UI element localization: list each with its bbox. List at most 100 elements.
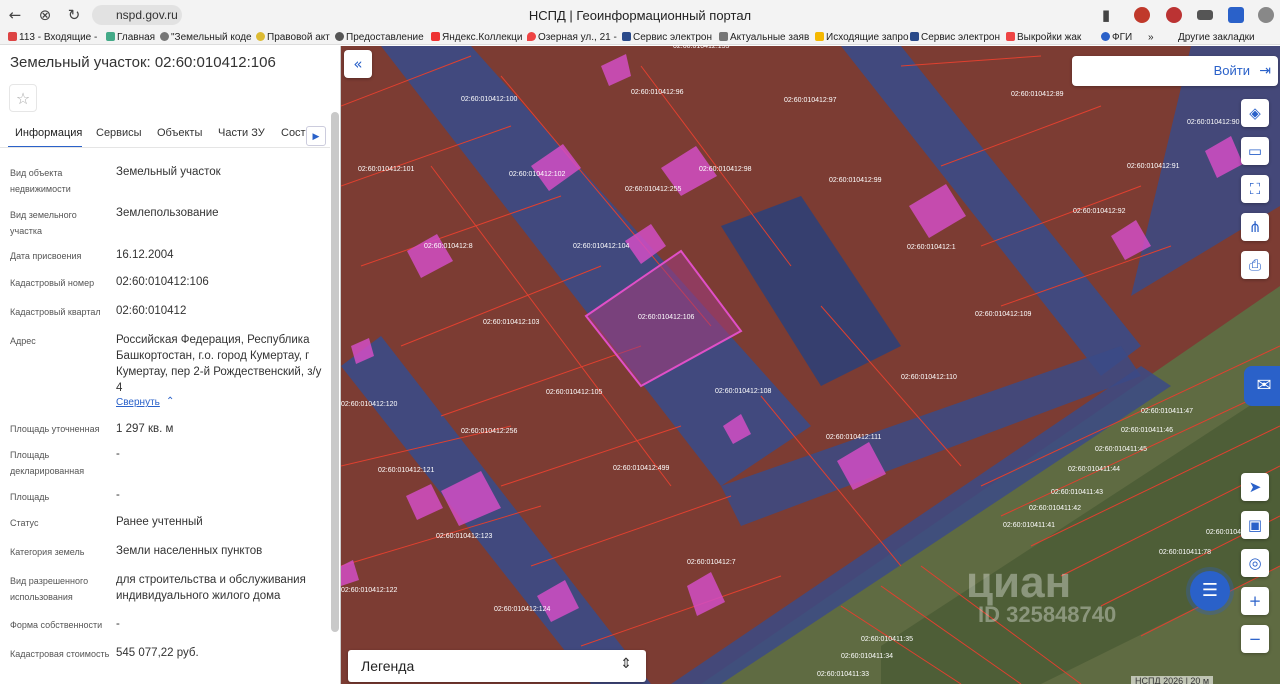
parcel-label: 02:60:010412:124 bbox=[494, 606, 551, 613]
parcel-label: 02:60:010412:99 bbox=[829, 177, 882, 184]
login-label: Войти bbox=[1213, 63, 1250, 78]
parcel-label: 02:60:010412:120 bbox=[341, 401, 398, 408]
collapse-link[interactable]: Свернуть bbox=[116, 397, 160, 408]
bookmark-item[interactable]: Предоставление bbox=[335, 31, 424, 44]
geolocation-icon[interactable]: ◎ bbox=[1241, 549, 1269, 577]
scale-bar: НСПД 2026 | 20 м bbox=[1131, 676, 1214, 684]
field-value: Ранее учтенный bbox=[116, 516, 203, 528]
site-icon bbox=[106, 32, 115, 41]
parcel-label: 02:60:010412:104 bbox=[573, 243, 630, 250]
parcel-label: 02:60:010412:123 bbox=[436, 533, 493, 540]
parcel-label: 02:60:010412:90 bbox=[1187, 119, 1240, 126]
bookmark-item[interactable]: Правовой акт bbox=[256, 31, 330, 44]
tab-info[interactable]: Информация bbox=[15, 127, 82, 139]
parcel-label: 02:60:010411:42 bbox=[1029, 505, 1081, 512]
parcel-label: 02:60:010412:100 bbox=[461, 96, 518, 103]
minimap-icon[interactable]: ▣ bbox=[1241, 511, 1269, 539]
parcel-label: 02:60:010412:96 bbox=[631, 89, 684, 96]
parcel-label: 02:60:010411:44 bbox=[1068, 466, 1120, 473]
mail-icon bbox=[8, 32, 17, 41]
tab-services[interactable]: Сервисы bbox=[96, 127, 142, 139]
parcel-label: 02:60:010412:255 bbox=[625, 186, 682, 193]
share-icon[interactable]: ⋔ bbox=[1241, 213, 1269, 241]
parcel-label: 02:60:010412:8 bbox=[424, 243, 473, 250]
feedback-icon[interactable]: ✉ bbox=[1244, 366, 1280, 406]
browser-toolbar: ← ⊗ ↻ nspd.gov.ru НСПД | Геоинформационн… bbox=[0, 0, 1280, 30]
bookmark-item[interactable]: Актуальные заяв bbox=[719, 31, 809, 44]
scrollbar[interactable] bbox=[331, 112, 339, 632]
site-icon bbox=[335, 32, 344, 41]
parcel-label: 02:60:010411:43 bbox=[1051, 489, 1103, 496]
bookmark-item[interactable]: Сервис электрон bbox=[622, 31, 712, 44]
field-value: 16.12.2004 bbox=[116, 249, 174, 261]
bookmark-item[interactable]: Выкройки жак bbox=[1006, 31, 1081, 44]
download-icon[interactable] bbox=[1258, 7, 1274, 23]
field-value: Земельный участок bbox=[116, 166, 221, 178]
zoom-in-icon[interactable]: + bbox=[1241, 587, 1269, 615]
bookmark-item[interactable]: "Земельный коде bbox=[160, 31, 252, 44]
parcel-label: 02:60:010412:109 bbox=[975, 311, 1032, 318]
parcel-label: 02:60:010412:97 bbox=[784, 97, 837, 104]
print-icon[interactable]: ⎙ bbox=[1241, 251, 1269, 279]
field-label: Площадь bbox=[10, 492, 50, 502]
field-label: Дата присвоения bbox=[10, 251, 82, 261]
extension-icon[interactable] bbox=[1228, 7, 1244, 23]
parcel-label: 02:60:010412:122 bbox=[341, 587, 398, 594]
bookmarks-more[interactable]: » bbox=[1148, 31, 1154, 44]
tab-parts[interactable]: Части ЗУ bbox=[218, 127, 265, 139]
parcel-label: 02:60:010412:111 bbox=[826, 434, 882, 441]
parcel-label: 02:60:010411:35 bbox=[861, 636, 913, 643]
bookmark-item[interactable]: 113 - Входящие - bbox=[8, 31, 97, 44]
field-label: Вид разрешенного использования bbox=[10, 576, 89, 602]
parcel-label: 02:60:010412:256 bbox=[461, 428, 518, 435]
zoom-out-icon[interactable]: − bbox=[1241, 625, 1269, 653]
field-value: Землепользование bbox=[116, 207, 219, 219]
field-value: - bbox=[116, 618, 120, 630]
parcel-label: 02:60:010412:102 bbox=[509, 171, 566, 178]
chevron-up-icon[interactable]: ⌃ bbox=[166, 396, 174, 407]
bookmark-item[interactable]: Сервис электрон bbox=[910, 31, 1000, 44]
parcel-label: 02:60:010412:105 bbox=[546, 389, 603, 396]
page-title: Земельный участок: 02:60:010412:106 bbox=[10, 54, 276, 71]
site-icon bbox=[910, 32, 919, 41]
parcel-label: 02:60:010412:98 bbox=[699, 166, 752, 173]
bookmark-item[interactable]: Главная bbox=[106, 31, 155, 44]
parcel-label: 02:60:010412:92 bbox=[1073, 208, 1126, 215]
field-value: 02:60:010412 bbox=[116, 305, 187, 317]
favorite-star-icon[interactable]: ☆ bbox=[9, 84, 37, 112]
extension-icon[interactable] bbox=[1197, 10, 1213, 20]
info-panel: Земельный участок: 02:60:010412:106 ☆ Ин… bbox=[0, 46, 341, 684]
chat-icon[interactable]: ☰ bbox=[1190, 571, 1230, 611]
parcel-label: 02:60:010411:33 bbox=[817, 671, 869, 678]
parcel-label: 02:60:010411:34 bbox=[841, 653, 893, 660]
field-value: 545 077,22 руб. bbox=[116, 647, 199, 659]
site-icon bbox=[622, 32, 631, 41]
layers-icon[interactable]: ◈ bbox=[1241, 99, 1269, 127]
field-label: Вид объекта недвижимости bbox=[10, 168, 71, 194]
ruler-icon[interactable]: ▭ bbox=[1241, 137, 1269, 165]
collapse-panel-icon[interactable]: « bbox=[344, 50, 372, 78]
bookmark-icon[interactable]: ▮ bbox=[1097, 6, 1115, 24]
bookmark-item[interactable]: ФГИ bbox=[1101, 31, 1132, 44]
field-label: Площадь декларированная bbox=[10, 450, 85, 476]
tab-objects[interactable]: Объекты bbox=[157, 127, 202, 139]
tabs-scroll-right-icon[interactable]: ▶ bbox=[306, 126, 326, 146]
window-title: НСПД | Геоинформационный портал bbox=[528, 8, 752, 23]
extension-icon[interactable] bbox=[1134, 7, 1150, 23]
select-area-icon[interactable]: ⛶ bbox=[1241, 175, 1269, 203]
extension-icon[interactable] bbox=[1166, 7, 1182, 23]
divider bbox=[0, 147, 330, 148]
map-view[interactable]: 02:60:010412:100 02:60:010412:96 02:60:010… bbox=[341, 46, 1280, 684]
field-label: Адрес bbox=[10, 336, 36, 346]
legend-select[interactable]: Легенда ⇕ bbox=[348, 650, 646, 682]
login-button[interactable]: Войти ⇥ bbox=[1072, 56, 1278, 86]
bookmark-item[interactable]: Исходящие запро bbox=[815, 31, 909, 44]
field-label: Форма собственности bbox=[10, 620, 103, 630]
chevron-updown-icon: ⇕ bbox=[620, 656, 632, 672]
bookmark-item[interactable]: Озерная ул., 21 - bbox=[527, 31, 617, 44]
other-bookmarks[interactable]: Другие закладки bbox=[1178, 31, 1255, 44]
field-value: 1 297 кв. м bbox=[116, 423, 174, 435]
parcel-label: 02:60:010412:101 bbox=[358, 166, 415, 173]
bookmark-item[interactable]: Яндекс.Коллекци bbox=[431, 31, 523, 44]
locate-icon[interactable]: ➤ bbox=[1241, 473, 1269, 501]
